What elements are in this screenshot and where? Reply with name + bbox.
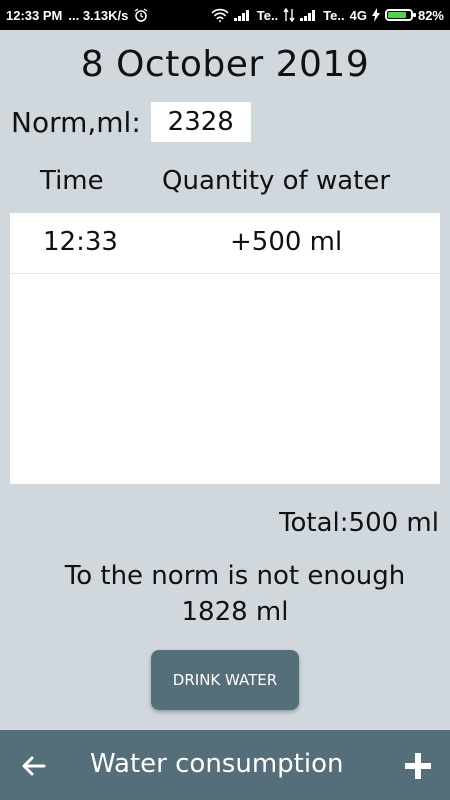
app-title: Water consumption xyxy=(90,749,344,779)
status-bar: 12:33 PM ... 3.13K/s Te.. Te.. 4G 82% xyxy=(0,0,450,30)
list-item[interactable]: 12:33 +500 ml xyxy=(10,213,440,274)
network-type: 4G xyxy=(349,7,367,23)
bottom-toolbar: Water consumption xyxy=(0,730,450,800)
quantity-column-header: Quantity of water xyxy=(162,166,391,196)
water-entries-list[interactable]: 12:33 +500 ml xyxy=(10,213,440,484)
time-column-header: Time xyxy=(40,166,104,196)
battery-icon xyxy=(384,9,416,21)
norm-row: Norm,ml: 2328 xyxy=(11,102,251,142)
signal-icon-2 xyxy=(300,9,318,21)
alarm-icon xyxy=(134,8,148,22)
norm-message-line1: To the norm is not enough xyxy=(64,561,406,591)
wifi-icon xyxy=(211,8,229,22)
carrier-2: Te.. xyxy=(323,7,345,23)
drink-water-button[interactable]: DRINK WATER xyxy=(151,650,299,710)
date-heading: 8 October 2019 xyxy=(80,44,370,85)
carrier-1: Te.. xyxy=(256,7,279,23)
arrow-left-icon[interactable] xyxy=(18,750,50,782)
status-time: 12:33 PM xyxy=(6,7,63,23)
charging-bolt-icon xyxy=(371,8,380,22)
column-headers: Time Quantity of water xyxy=(0,166,450,206)
norm-label: Norm,ml: xyxy=(11,105,141,139)
norm-message-line2: 1828 ml xyxy=(181,597,289,627)
plus-icon[interactable] xyxy=(402,750,434,782)
norm-message: To the norm is not enough 1828 ml xyxy=(0,558,450,630)
norm-input[interactable]: 2328 xyxy=(150,102,251,142)
battery-percent: 82% xyxy=(417,7,444,23)
data-transfer-icon xyxy=(283,8,295,22)
signal-icon xyxy=(233,9,252,21)
network-speed: ... 3.13K/s xyxy=(68,7,129,23)
entry-time: 12:33 xyxy=(43,227,118,257)
total-label: Total:500 ml xyxy=(279,508,439,538)
entry-quantity: +500 ml xyxy=(230,227,343,257)
